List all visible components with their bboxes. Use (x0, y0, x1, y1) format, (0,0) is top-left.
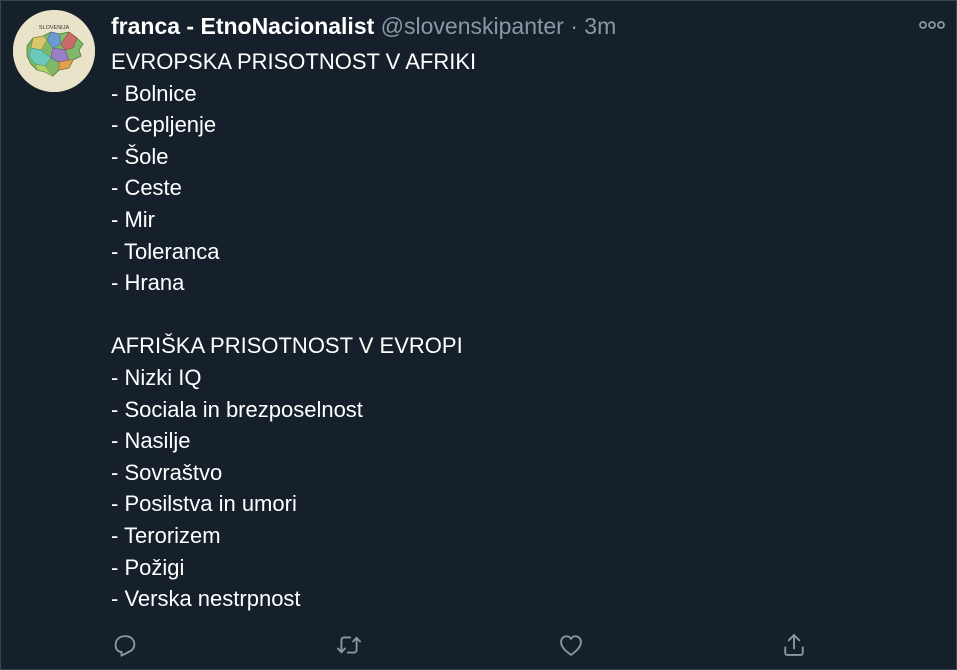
user-handle[interactable]: @slovenskipanter (381, 13, 564, 39)
more-options-button[interactable] (915, 13, 949, 37)
like-icon (560, 635, 582, 656)
tweet-card: SLOVENIJA franca - EtnoNacionalist @slov… (0, 0, 957, 670)
text-line: - Terorizem (111, 522, 221, 548)
text-line: - Nasilje (111, 428, 191, 454)
retweet-icon (336, 636, 362, 654)
text-line: - Ceste (111, 175, 182, 201)
avatar[interactable]: SLOVENIJA (13, 10, 95, 92)
text-line: - Toleranca (111, 238, 220, 264)
share-icon (784, 634, 804, 656)
separator-dot: · (570, 13, 578, 39)
like-button[interactable] (555, 629, 587, 661)
text-line: AFRIŠKA PRISOTNOST V EVROPI (111, 333, 463, 359)
slovenia-map-avatar: SLOVENIJA (13, 10, 95, 92)
tweet-actions (1, 625, 957, 665)
text-line: - Šole (111, 143, 169, 169)
text-line: - Verska nestrpnost (111, 586, 301, 612)
tweet-text: EVROPSKA PRISOTNOST V AFRIKI - Bolnice -… (111, 46, 476, 615)
reply-icon (114, 635, 136, 657)
text-line: - Nizki IQ (111, 364, 202, 390)
timestamp[interactable]: 3m (584, 13, 616, 39)
share-button[interactable] (778, 629, 810, 661)
reply-button[interactable] (109, 629, 141, 661)
text-line: EVROPSKA PRISOTNOST V AFRIKI (111, 49, 477, 74)
display-name[interactable]: franca - EtnoNacionalist (111, 13, 374, 39)
more-horizontal-icon (919, 21, 945, 29)
text-line: - Cepljenje (111, 112, 217, 138)
text-line: - Hrana (111, 270, 185, 296)
retweet-button[interactable] (333, 629, 365, 661)
svg-text:SLOVENIJA: SLOVENIJA (39, 25, 70, 31)
tweet-header: franca - EtnoNacionalist @slovenskipante… (111, 11, 616, 41)
text-line: - Posilstva in umori (111, 491, 297, 517)
text-line: - Sovraštvo (111, 459, 223, 485)
text-line: - Sociala in brezposelnost (111, 396, 363, 422)
text-line: - Mir (111, 206, 155, 232)
text-line: - Bolnice (111, 80, 197, 106)
text-line: - Požigi (111, 554, 185, 580)
